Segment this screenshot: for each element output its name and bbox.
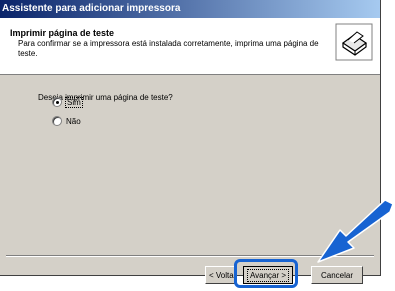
wizard-header: Imprimir página de teste Para confirmar … <box>0 18 380 75</box>
title-bar: Assistente para adicionar impressora <box>0 0 380 18</box>
pointer-arrow-icon <box>317 200 394 263</box>
back-button[interactable]: < Volta <box>205 266 235 284</box>
radio-label-no: Não <box>66 116 81 126</box>
radio-option-no[interactable]: Não <box>52 115 81 127</box>
header-description: Para confirmar se a impressora está inst… <box>18 39 319 58</box>
radio-option-yes[interactable]: Sim <box>52 96 83 108</box>
radio-button-yes[interactable] <box>52 97 62 107</box>
next-button-highlight <box>234 259 298 288</box>
radio-label-yes: Sim <box>65 96 83 108</box>
printer-icon <box>335 23 373 61</box>
radio-button-no[interactable] <box>52 116 62 126</box>
header-title: Imprimir página de teste <box>10 28 115 38</box>
